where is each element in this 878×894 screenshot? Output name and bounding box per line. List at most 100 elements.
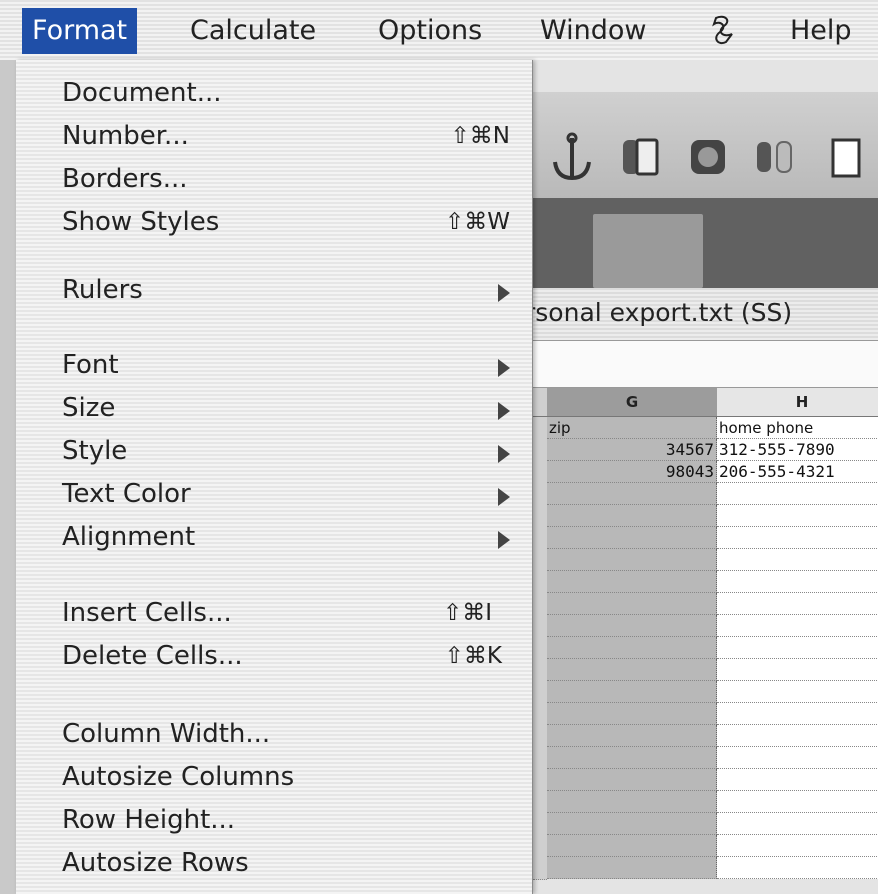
menu-item-document[interactable]: Document... — [16, 74, 532, 116]
cell-g[interactable]: 98043 — [547, 461, 717, 483]
cell-h[interactable] — [717, 857, 878, 879]
column-icon[interactable] — [751, 132, 801, 184]
cell-h[interactable] — [717, 747, 878, 769]
row-stub — [533, 703, 547, 726]
menu-item-autosize-rows[interactable]: Autosize Rows — [16, 844, 532, 886]
menu-item-borders[interactable]: Borders... — [16, 160, 532, 202]
table-row — [533, 483, 878, 506]
cell-h-header[interactable]: home phone — [717, 417, 878, 439]
cell-h[interactable] — [717, 483, 878, 505]
column-header-h[interactable]: H — [717, 388, 878, 417]
cell-h[interactable] — [717, 527, 878, 549]
cell-g[interactable] — [547, 549, 717, 571]
menu-window[interactable]: Window — [540, 8, 646, 54]
cell-h[interactable] — [717, 791, 878, 813]
row-stub — [533, 615, 547, 638]
cell-h[interactable] — [717, 681, 878, 703]
submenu-arrow-icon — [498, 402, 510, 420]
row-stub — [533, 637, 547, 660]
menu-item-label: Delete Cells... — [62, 641, 243, 671]
menu-item-label: Style — [62, 436, 128, 466]
cell-h[interactable] — [717, 549, 878, 571]
menu-item-text-color[interactable]: Text Color — [16, 475, 532, 517]
row-stub — [533, 681, 547, 704]
anchor-icon[interactable] — [547, 132, 597, 184]
cell-g[interactable]: 34567 — [547, 439, 717, 461]
menu-item-shortcut: ⇧⌘I — [442, 600, 492, 626]
menu-options[interactable]: Options — [378, 8, 482, 54]
cell-h[interactable] — [717, 835, 878, 857]
cell-g[interactable] — [547, 703, 717, 725]
frame-globe-icon[interactable] — [683, 132, 733, 184]
cell-g[interactable] — [547, 791, 717, 813]
menu-item-column-width[interactable]: Column Width... — [16, 715, 532, 757]
row-stub — [533, 461, 547, 484]
cell-h[interactable] — [717, 593, 878, 615]
cell-g[interactable] — [547, 615, 717, 637]
cell-h[interactable] — [717, 615, 878, 637]
cell-h[interactable] — [717, 505, 878, 527]
script-menu-icon[interactable] — [710, 14, 738, 46]
frame-link-icon[interactable] — [615, 132, 665, 184]
cell-g[interactable] — [547, 527, 717, 549]
row-header-corner — [533, 388, 548, 417]
menu-item-number[interactable]: Number... ⇧⌘N — [16, 117, 532, 159]
formula-bar[interactable] — [533, 341, 878, 388]
document-tab[interactable] — [593, 214, 703, 288]
cell-h[interactable] — [717, 571, 878, 593]
menu-item-label: Size — [62, 393, 116, 423]
cell-h[interactable]: 206-555-4321 — [717, 461, 878, 483]
menu-item-alignment[interactable]: Alignment — [16, 518, 532, 560]
menu-item-autosize-columns[interactable]: Autosize Columns — [16, 758, 532, 800]
cell-g[interactable] — [547, 835, 717, 857]
table-row — [533, 813, 878, 836]
cell-h[interactable] — [717, 725, 878, 747]
menu-item-show-styles[interactable]: Show Styles ⇧⌘W — [16, 203, 532, 245]
cell-g[interactable] — [547, 769, 717, 791]
table-row: 34567 312-555-7890 — [533, 439, 878, 462]
cell-g[interactable] — [547, 813, 717, 835]
cell-g[interactable] — [547, 483, 717, 505]
menu-item-size[interactable]: Size — [16, 389, 532, 431]
window-title: rsonal export.txt (SS) — [525, 298, 793, 327]
cell-h[interactable] — [717, 769, 878, 791]
cell-g[interactable] — [547, 857, 717, 879]
page-icon[interactable] — [823, 132, 873, 184]
menu-help[interactable]: Help — [790, 8, 852, 54]
column-header-g[interactable]: G — [547, 388, 718, 417]
cell-h[interactable] — [717, 637, 878, 659]
cell-g[interactable] — [547, 725, 717, 747]
table-row — [533, 835, 878, 858]
menu-item-insert-cells[interactable]: Insert Cells... ⇧⌘I — [16, 594, 532, 636]
menu-item-style[interactable]: Style — [16, 432, 532, 474]
row-stub — [533, 747, 547, 770]
cell-h[interactable] — [717, 813, 878, 835]
menu-item-label: Text Color — [62, 479, 191, 509]
menu-calculate[interactable]: Calculate — [190, 8, 316, 54]
menu-item-delete-cells[interactable]: Delete Cells... ⇧⌘K — [16, 637, 532, 679]
menu-item-label: Autosize Columns — [62, 762, 295, 792]
format-menu: Document... Number... ⇧⌘N Borders... Sho… — [16, 60, 533, 894]
table-row: zip home phone — [533, 417, 878, 440]
menu-format[interactable]: Format — [22, 8, 138, 54]
menu-item-row-height[interactable]: Row Height... — [16, 801, 532, 843]
row-stub — [533, 417, 547, 440]
menu-item-label: Borders... — [62, 164, 188, 194]
menu-item-label: Document... — [62, 78, 222, 108]
cell-g[interactable] — [547, 571, 717, 593]
row-stub — [533, 549, 547, 572]
cell-g[interactable] — [547, 637, 717, 659]
cell-g[interactable] — [547, 505, 717, 527]
cell-g-header[interactable]: zip — [547, 417, 717, 439]
cell-g[interactable] — [547, 681, 717, 703]
window-title-bar[interactable]: rsonal export.txt (SS) — [525, 288, 878, 341]
cell-h[interactable] — [717, 703, 878, 725]
cell-g[interactable] — [547, 747, 717, 769]
cell-h[interactable]: 312-555-7890 — [717, 439, 878, 461]
menu-item-rulers[interactable]: Rulers — [16, 271, 532, 313]
cell-h[interactable] — [717, 659, 878, 681]
cell-g[interactable] — [547, 593, 717, 615]
cell-g[interactable] — [547, 659, 717, 681]
menu-item-font[interactable]: Font — [16, 346, 532, 388]
table-row — [533, 505, 878, 528]
